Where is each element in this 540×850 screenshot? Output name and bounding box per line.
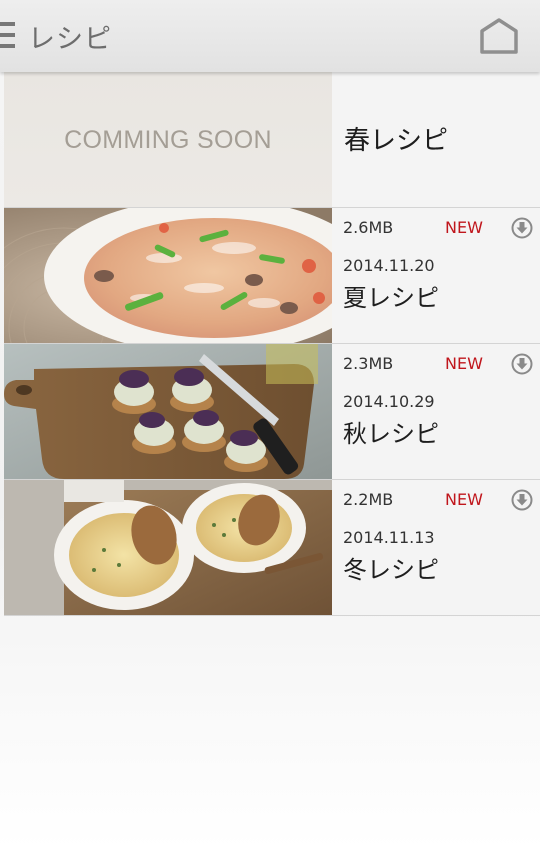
recipe-info: 2.6MB NEW 2014.11.20 夏レシピ (332, 208, 540, 343)
gratin-photo (4, 480, 332, 615)
app-bar: レシピ (0, 0, 540, 72)
recipe-item-summer[interactable]: 2.6MB NEW 2014.11.20 夏レシピ (4, 208, 540, 344)
home-icon[interactable] (474, 14, 524, 58)
recipe-item-spring[interactable]: COMMING SOON 春レシピ (4, 72, 540, 208)
page-title: レシピ (28, 24, 112, 55)
hamburger-menu-icon[interactable] (0, 22, 16, 48)
recipe-title: 夏レシピ (343, 284, 439, 312)
coming-soon-label: COMMING SOON (4, 72, 332, 207)
file-size: 2.3MB (343, 354, 394, 373)
download-icon[interactable] (511, 353, 533, 375)
appetizer-board-photo (4, 344, 332, 479)
recipe-title: 秋レシピ (343, 420, 439, 448)
new-badge: NEW (445, 354, 483, 373)
release-date: 2014.11.13 (343, 528, 435, 547)
recipe-info: 2.2MB NEW 2014.11.13 冬レシピ (332, 480, 540, 615)
file-size: 2.2MB (343, 490, 394, 509)
soup-photo (4, 208, 332, 343)
release-date: 2014.11.20 (343, 256, 435, 275)
file-size: 2.6MB (343, 218, 394, 237)
recipe-thumbnail-placeholder: COMMING SOON (4, 72, 332, 207)
recipe-item-autumn[interactable]: 2.3MB NEW 2014.10.29 秋レシピ (4, 344, 540, 480)
release-date: 2014.10.29 (343, 392, 435, 411)
recipe-info: 春レシピ (332, 72, 540, 207)
recipe-info: 2.3MB NEW 2014.10.29 秋レシピ (332, 344, 540, 479)
recipe-item-winter[interactable]: 2.2MB NEW 2014.11.13 冬レシピ (4, 480, 540, 616)
recipe-list: COMMING SOON 春レシピ 2.6MB NEW 2014.11.20 夏… (4, 72, 540, 616)
download-icon[interactable] (511, 217, 533, 239)
new-badge: NEW (445, 490, 483, 509)
new-badge: NEW (445, 218, 483, 237)
recipe-title: 春レシピ (344, 126, 449, 156)
recipe-title: 冬レシピ (343, 556, 439, 584)
download-icon[interactable] (511, 489, 533, 511)
